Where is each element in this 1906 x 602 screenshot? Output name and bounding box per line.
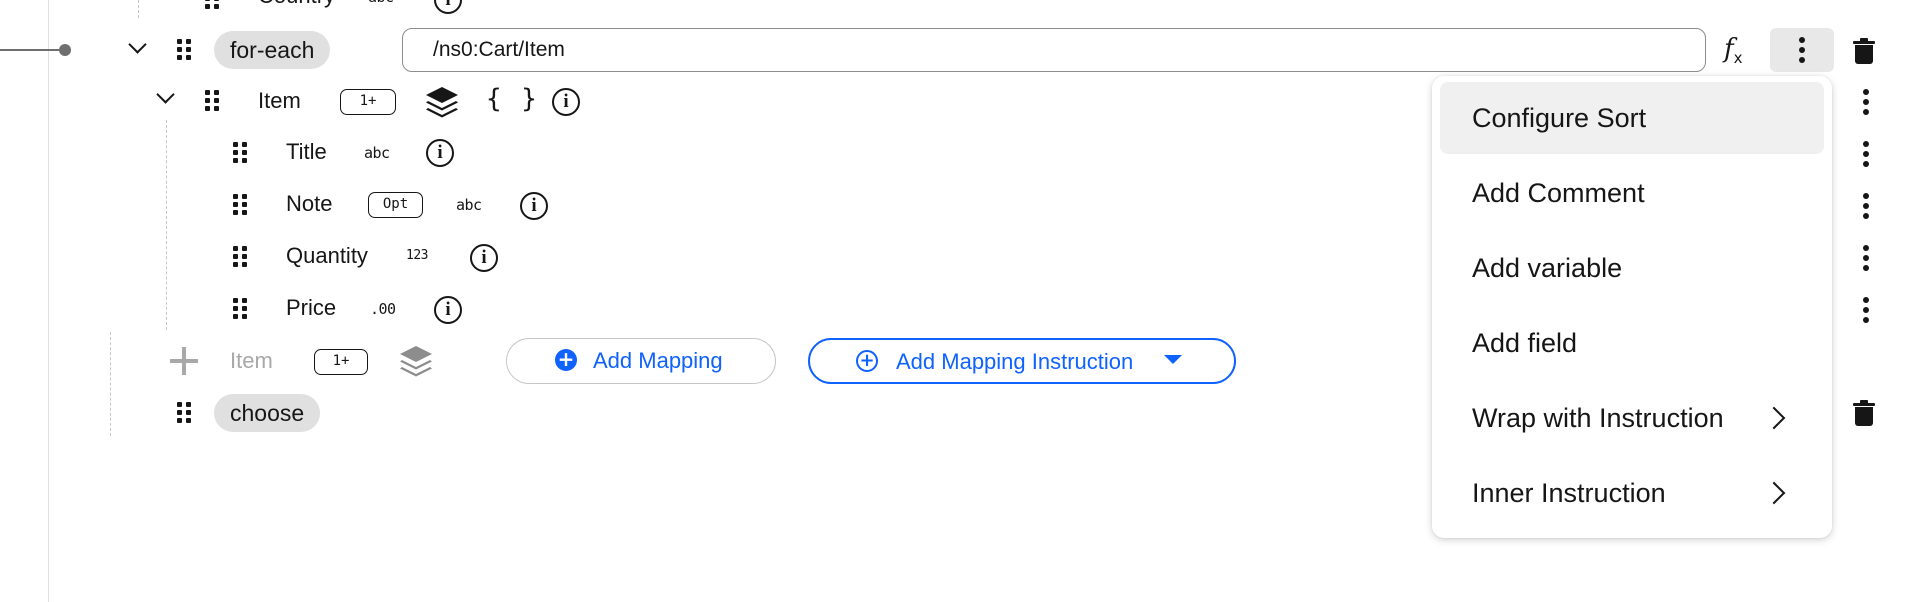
- add-mapping-button[interactable]: + Add Mapping: [506, 338, 776, 384]
- add-mapping-instruction-button[interactable]: + Add Mapping Instruction: [808, 338, 1236, 384]
- add-circle-icon: +: [555, 349, 577, 371]
- add-plus-icon[interactable]: [170, 347, 198, 375]
- tree-guide-line: [110, 332, 111, 436]
- drag-handle-icon[interactable]: [233, 194, 247, 216]
- foreach-actions-button[interactable]: [1770, 28, 1834, 72]
- actions-dropdown-menu: Configure Sort Add Comment Add variable …: [1432, 76, 1832, 538]
- tree-guide-line: [166, 120, 167, 330]
- add-mapping-label: Add Mapping: [593, 348, 723, 373]
- menu-item-add-field[interactable]: Add field: [1440, 307, 1824, 379]
- drag-handle-icon[interactable]: [177, 39, 191, 61]
- add-circle-outline-icon: +: [856, 350, 878, 372]
- drag-handle-icon[interactable]: [205, 90, 219, 112]
- kebab-menu-icon[interactable]: [1863, 193, 1869, 219]
- collection-label-item: Item: [258, 88, 301, 113]
- mapping-connector-line: [0, 49, 66, 51]
- field-label-country: Country: [258, 0, 335, 9]
- mapping-connector-dot: [59, 44, 71, 56]
- field-label-price: Price: [286, 295, 337, 320]
- kebab-menu-icon[interactable]: [1863, 89, 1869, 115]
- collection-layers-icon: [400, 346, 432, 377]
- info-icon[interactable]: i: [434, 296, 462, 324]
- info-icon[interactable]: i: [434, 0, 462, 14]
- chevron-down-icon[interactable]: [156, 88, 174, 106]
- type-string-icon: abc: [364, 144, 390, 162]
- menu-item-configure-sort[interactable]: Configure Sort: [1440, 82, 1824, 154]
- xpath-expression-input[interactable]: [402, 28, 1706, 72]
- delete-trash-icon[interactable]: [1853, 400, 1875, 426]
- drag-handle-icon[interactable]: [177, 402, 191, 424]
- foreach-instruction-pill[interactable]: for-each: [214, 31, 331, 69]
- collection-layers-icon: [426, 87, 458, 118]
- kebab-menu-icon[interactable]: [1863, 297, 1869, 323]
- xpath-editor-fx-icon[interactable]: fx: [1724, 34, 1743, 67]
- menu-item-inner-instruction[interactable]: Inner Instruction: [1440, 457, 1824, 529]
- drag-handle-icon[interactable]: [233, 298, 247, 320]
- cardinality-badge: 1+: [340, 89, 396, 115]
- chevron-down-icon[interactable]: [128, 38, 146, 56]
- kebab-menu-icon[interactable]: [1863, 141, 1869, 167]
- field-label-quantity: Quantity: [286, 243, 368, 268]
- cardinality-badge: 1+: [314, 349, 368, 375]
- type-string-icon: abc: [456, 196, 482, 214]
- type-number-icon: 123: [406, 248, 428, 263]
- kebab-menu-icon[interactable]: [1863, 245, 1869, 271]
- kebab-menu-icon: [1799, 37, 1805, 63]
- info-icon[interactable]: i: [552, 88, 580, 116]
- drag-handle-icon[interactable]: [233, 142, 247, 164]
- field-label-title: Title: [286, 139, 327, 164]
- caret-down-icon: [1164, 355, 1182, 364]
- menu-item-add-variable[interactable]: Add variable: [1440, 232, 1824, 304]
- add-mapping-instruction-label: Add Mapping Instruction: [896, 349, 1134, 374]
- chevron-right-icon: [1762, 481, 1786, 505]
- optional-badge: Opt: [368, 192, 423, 218]
- menu-item-add-comment[interactable]: Add Comment: [1440, 157, 1824, 229]
- tree-guide-line: [48, 0, 49, 602]
- drag-handle-icon[interactable]: [233, 246, 247, 268]
- info-icon[interactable]: i: [470, 244, 498, 272]
- tree-guide-line: [138, 0, 139, 18]
- info-icon[interactable]: i: [426, 139, 454, 167]
- drag-handle-icon[interactable]: [205, 0, 219, 10]
- choose-instruction-pill[interactable]: choose: [214, 394, 321, 432]
- object-braces-icon: { }: [486, 84, 539, 114]
- info-icon[interactable]: i: [520, 192, 548, 220]
- add-item-label: Item: [230, 348, 273, 373]
- chevron-right-icon: [1762, 406, 1786, 430]
- type-decimal-icon: .00: [370, 300, 396, 318]
- type-string-icon: abc: [368, 0, 394, 6]
- delete-trash-icon[interactable]: [1853, 38, 1875, 64]
- menu-item-wrap-with-instruction[interactable]: Wrap with Instruction: [1440, 382, 1824, 454]
- field-label-note: Note: [286, 191, 333, 216]
